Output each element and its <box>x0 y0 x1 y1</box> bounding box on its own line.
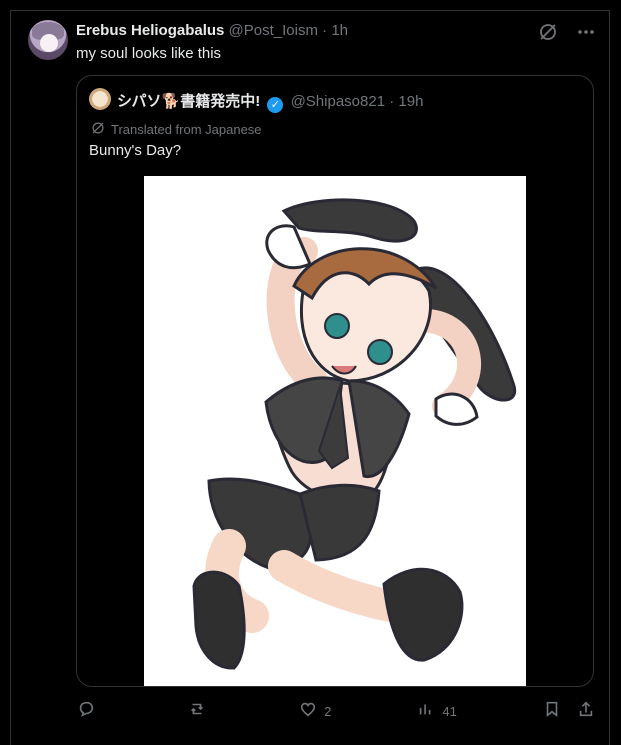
author-handle[interactable]: @Post_Ioism <box>229 22 318 39</box>
share-button[interactable] <box>576 700 596 723</box>
translated-label[interactable]: Translated from Japanese <box>91 121 262 138</box>
tweet-time[interactable]: 1h <box>331 22 348 39</box>
views-icon <box>416 700 436 723</box>
quoted-author-avatar[interactable] <box>89 88 111 110</box>
translated-text: Translated from Japanese <box>111 122 262 137</box>
like-button[interactable]: 2 <box>298 700 331 723</box>
more-icon[interactable] <box>576 22 596 42</box>
retweet-icon <box>187 700 207 723</box>
tweet-top-icons <box>538 22 596 42</box>
bookmark-button[interactable] <box>542 700 562 723</box>
quoted-header: シパソ🐕書籍発売中! ✓ @Shipaso821 · 19h <box>117 90 423 113</box>
quoted-image[interactable] <box>144 176 526 686</box>
separator-dot: · <box>322 22 328 39</box>
quoted-tweet[interactable]: シパソ🐕書籍発売中! ✓ @Shipaso821 · 19h Translate… <box>76 75 594 687</box>
author-name[interactable]: Erebus Heliogabalus <box>76 22 224 39</box>
share-icon <box>576 700 596 723</box>
views-count: 41 <box>442 703 457 719</box>
quoted-time[interactable]: 19h <box>398 93 423 110</box>
translate-icon <box>91 121 105 138</box>
reply-button[interactable] <box>76 700 102 723</box>
bookmark-icon <box>542 700 562 723</box>
tweet-actions: 2 41 <box>76 700 596 722</box>
tweet-text: my soul looks like this <box>76 45 222 62</box>
quoted-author-handle[interactable]: @Shipaso821 <box>291 93 385 110</box>
author-avatar[interactable] <box>28 20 68 60</box>
like-count: 2 <box>324 703 332 719</box>
reply-icon <box>76 700 96 723</box>
quoted-text: Bunny's Day? <box>89 142 182 159</box>
separator-dot: · <box>389 93 395 110</box>
right-actions <box>542 700 596 723</box>
grok-icon[interactable] <box>538 22 558 42</box>
tweet-header: Erebus Heliogabalus @Post_Ioism · 1h <box>76 22 348 39</box>
retweet-button[interactable] <box>187 700 213 723</box>
verified-check-icon: ✓ <box>267 97 284 113</box>
heart-icon <box>298 700 318 723</box>
views-button[interactable]: 41 <box>416 700 457 723</box>
quoted-author-name[interactable]: シパソ🐕書籍発売中! <box>117 93 260 110</box>
